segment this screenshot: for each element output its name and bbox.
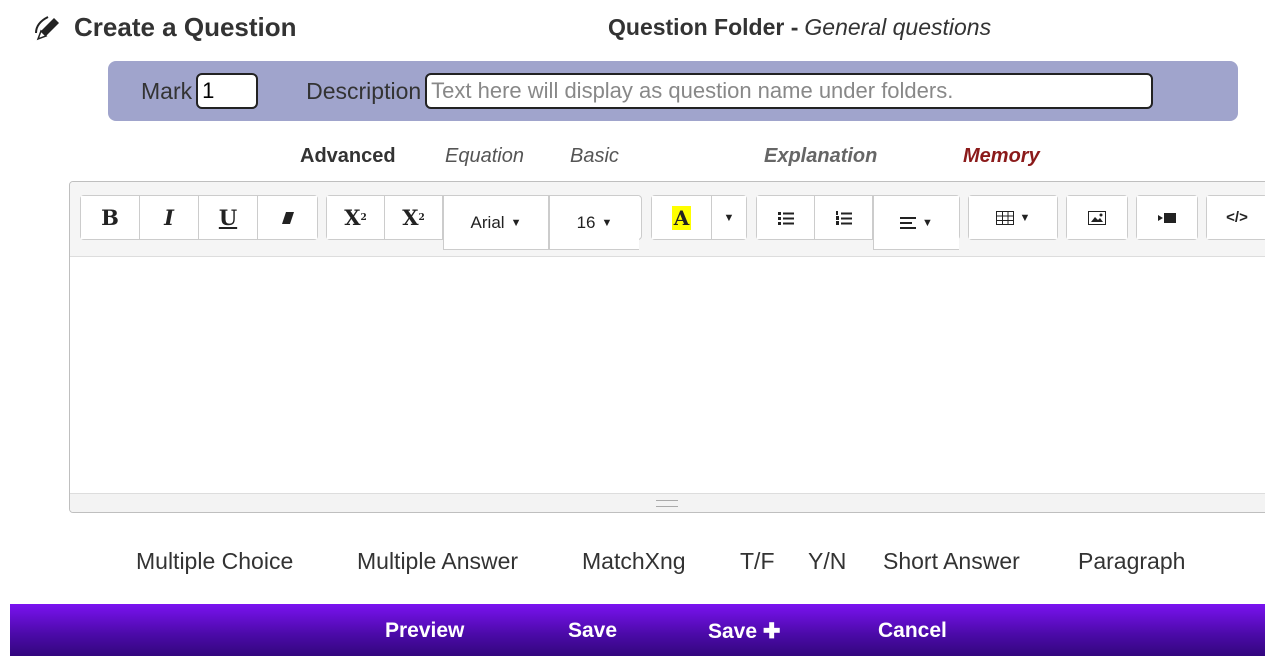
superscript-button[interactable]: X2 (327, 196, 385, 239)
code-group: </> (1206, 195, 1265, 240)
qtype-multiple-answer[interactable]: Multiple Answer (357, 548, 518, 575)
question-folder: Question Folder - General questions (608, 14, 991, 41)
color-dropdown-button[interactable]: ▼ (712, 196, 746, 239)
editor-toolbar: B I U X2 X2 Arial ▼ 16 ▼ A ▼ ▼ ▼ </> (70, 182, 1265, 257)
editor-mode-tabs: Advanced Equation Basic Explanation Memo… (0, 145, 1265, 171)
image-icon (1088, 210, 1106, 225)
text-color-button[interactable]: A (652, 196, 712, 239)
qtype-true-false[interactable]: T/F (740, 548, 775, 575)
save-plus-button[interactable]: Save ✚ (708, 619, 780, 644)
qtype-matching[interactable]: MatchXng (582, 548, 686, 575)
chevron-down-icon: ▼ (510, 216, 522, 229)
eraser-icon (281, 211, 294, 224)
folder-label: Question Folder - (608, 14, 799, 40)
font-name-dropdown[interactable]: Arial ▼ (443, 196, 549, 250)
qtype-paragraph[interactable]: Paragraph (1078, 548, 1185, 575)
insert-image-button[interactable] (1067, 196, 1127, 239)
italic-button[interactable]: I (140, 196, 199, 239)
action-bar: Preview Save Save ✚ Cancel (10, 604, 1265, 656)
subscript-label: X (402, 205, 419, 230)
font-size-value: 16 (576, 212, 596, 232)
color-group: A ▼ (651, 195, 747, 240)
align-left-icon (900, 216, 917, 229)
description-input[interactable] (425, 73, 1154, 109)
page-title-text: Create a Question (74, 12, 297, 42)
save-button[interactable]: Save (568, 619, 617, 643)
question-type-list: Multiple Choice Multiple Answer MatchXng… (0, 548, 1265, 578)
tab-basic[interactable]: Basic (570, 145, 619, 168)
rich-text-editor: B I U X2 X2 Arial ▼ 16 ▼ A ▼ ▼ ▼ </> (69, 181, 1265, 513)
bold-button[interactable]: B (81, 196, 140, 239)
editor-resize-bar[interactable] (70, 493, 1265, 512)
underline-button[interactable]: U (199, 196, 258, 239)
unordered-list-button[interactable] (757, 196, 815, 239)
video-group (1136, 195, 1198, 240)
subscript-button[interactable]: X2 (385, 196, 443, 239)
mark-input[interactable] (196, 73, 259, 109)
align-dropdown[interactable]: ▼ (873, 196, 959, 250)
tab-explanation[interactable]: Explanation (764, 145, 877, 168)
chevron-down-icon: ▼ (1019, 211, 1031, 224)
resize-grip-icon[interactable] (656, 500, 678, 507)
text-color-letter: A (671, 205, 692, 230)
tab-advanced[interactable]: Advanced (300, 145, 396, 168)
tab-memory[interactable]: Memory (963, 145, 1040, 168)
font-name-value: Arial (470, 212, 505, 232)
chevron-down-icon: ▼ (723, 211, 735, 224)
table-icon (995, 210, 1014, 225)
code-view-button[interactable]: </> (1207, 196, 1265, 239)
qtype-yes-no[interactable]: Y/N (808, 548, 846, 575)
chevron-down-icon: ▼ (922, 216, 933, 229)
image-group (1066, 195, 1128, 240)
qtype-short-answer[interactable]: Short Answer (883, 548, 1020, 575)
insert-video-button[interactable] (1137, 196, 1197, 239)
mark-description-bar: Mark Description (108, 61, 1238, 121)
cancel-button[interactable]: Cancel (878, 619, 947, 643)
ordered-list-button[interactable] (815, 196, 873, 239)
qtype-multiple-choice[interactable]: Multiple Choice (136, 548, 293, 575)
font-size-dropdown[interactable]: 16 ▼ (549, 196, 639, 250)
chevron-down-icon: ▼ (601, 216, 613, 229)
unordered-list-icon (777, 211, 794, 225)
font-style-group: B I U (80, 195, 318, 240)
table-dropdown[interactable]: ▼ (969, 196, 1057, 239)
video-icon (1158, 212, 1176, 223)
pencil-icon (35, 15, 59, 40)
table-group: ▼ (968, 195, 1058, 240)
mark-label: Mark (141, 77, 193, 104)
list-align-group: ▼ (756, 195, 960, 250)
description-label: Description (306, 77, 422, 104)
script-font-group: X2 X2 Arial ▼ 16 ▼ (326, 195, 642, 250)
editor-content-area[interactable] (70, 257, 1265, 494)
preview-button[interactable]: Preview (385, 619, 464, 643)
folder-name: General questions (804, 14, 992, 40)
tab-equation[interactable]: Equation (445, 145, 524, 168)
page-title: Create a Question (34, 12, 297, 43)
ordered-list-icon (835, 210, 852, 225)
superscript-label: X (344, 205, 361, 230)
eraser-button[interactable] (258, 196, 317, 239)
